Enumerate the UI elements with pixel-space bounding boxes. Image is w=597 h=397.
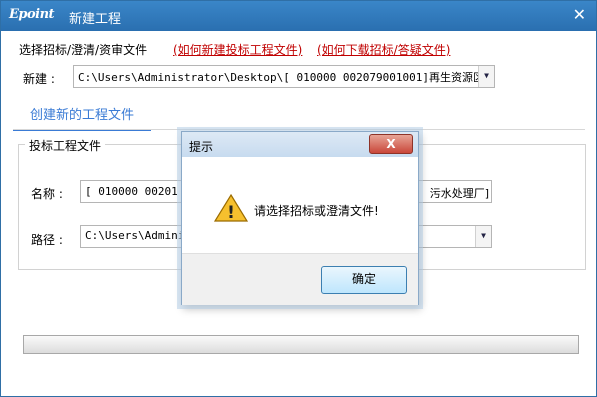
new-label: 新建 : [23,72,55,86]
warning-mark: ! [227,203,235,223]
dialog-message: 请选择招标或澄清文件! [254,204,379,218]
dialog-title-bar: 提示 X [182,132,418,157]
name-field-value: [ 010000 00201 [85,185,178,198]
alert-dialog: 提示 X ! 请选择招标或澄清文件! 确定 [181,131,419,305]
new-project-window: Epoint 新建工程 ✕ 选择招标/澄清/资审文件 (如何新建投标工程文件) … [0,0,597,397]
dialog-title: 提示 [189,140,214,154]
window-title: 新建工程 [69,12,122,27]
app-logo: Epoint [9,7,55,22]
name-field-value-tail: 污水处理厂] [429,187,489,200]
chevron-down-icon[interactable]: ▼ [475,226,491,247]
window-close-icon[interactable]: ✕ [573,5,586,24]
dialog-close-button[interactable]: X [369,134,413,154]
dialog-footer: 确定 [182,253,418,305]
name-label: 名称 : [31,187,63,201]
new-file-combobox[interactable]: C:\Users\Administrator\Desktop\[ 010000 … [73,65,495,88]
how-to-new-link[interactable]: (如何新建投标工程文件) [173,41,302,58]
progress-bar [23,335,579,354]
path-label: 路径 : [31,233,63,247]
tab-create-new-project[interactable]: 创建新的工程文件 [13,105,151,131]
new-file-value: C:\Users\Administrator\Desktop\[ 010000 … [78,71,484,84]
path-value: C:\Users\Adminis [85,229,191,242]
ok-button[interactable]: 确定 [321,266,407,294]
title-bar: Epoint 新建工程 ✕ [1,1,596,31]
select-file-label: 选择招标/澄清/资审文件 [19,43,148,57]
tab-divider [13,129,585,130]
dialog-body: ! 请选择招标或澄清文件! [182,157,418,253]
warning-icon: ! [214,193,248,223]
group-title: 投标工程文件 [25,137,106,154]
chevron-down-icon[interactable]: ▼ [478,66,494,87]
how-to-download-link[interactable]: (如何下载招标/答疑文件) [317,41,450,58]
